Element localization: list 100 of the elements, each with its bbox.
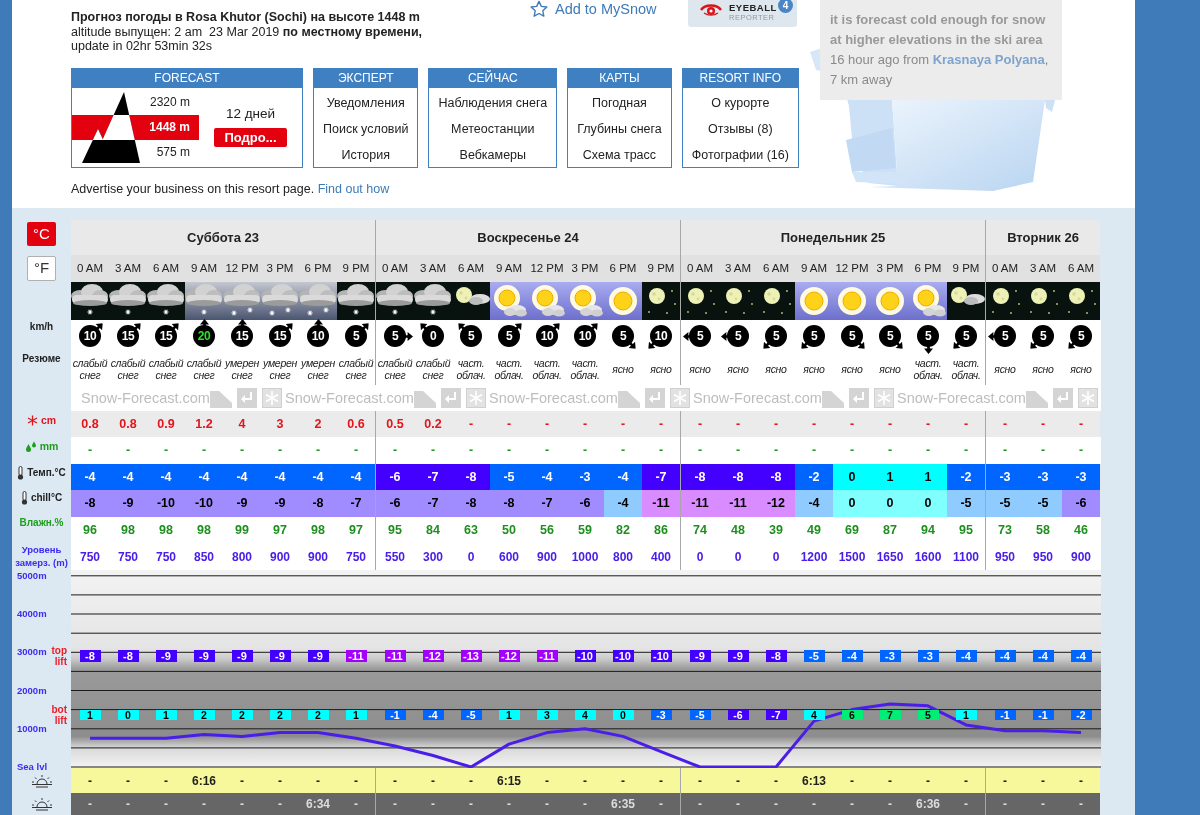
sunset-cell: - <box>71 793 109 815</box>
sunset-cell: - <box>681 793 719 815</box>
brand-logo-text: Snow-Forecast.com <box>693 389 822 407</box>
weather-summary: ясно <box>727 362 749 375</box>
menu-header[interactable]: СЕЙЧАС <box>429 68 557 88</box>
wind-speed: 5 <box>955 325 977 347</box>
lift-temperature: -13 <box>460 650 482 662</box>
sunset-cell: - <box>566 793 604 815</box>
sunrise-cell: 6:16 <box>185 768 223 793</box>
weather-summary: част. облач. <box>493 356 525 381</box>
row-label: Уровень замерз. (m) <box>14 543 69 569</box>
rain-amount: - <box>697 442 703 460</box>
row-label: Темп.°C <box>27 467 66 479</box>
elevation-option[interactable]: 1448 m <box>141 114 199 140</box>
snowflake-icon <box>669 388 690 408</box>
rain-amount: - <box>201 442 207 460</box>
menu-header[interactable]: FORECAST <box>72 68 302 88</box>
humidity-value: 39 <box>769 521 783 539</box>
wind-chill-cell: 0 <box>871 490 909 517</box>
menu-link[interactable]: Вебкамеры <box>459 146 527 163</box>
find-out-how-link[interactable]: Find out how <box>317 181 390 196</box>
menu-header[interactable]: RESORT INFO <box>682 68 798 88</box>
humidity-value: 84 <box>426 521 440 539</box>
lift-temperature: -3 <box>879 650 901 662</box>
wind-chill-cell: -11 <box>642 490 680 517</box>
menu-link[interactable]: Наблюдения снега <box>438 94 548 111</box>
rain-amount: - <box>468 442 474 460</box>
time-cell: 0 AM <box>986 255 1024 282</box>
menu-link[interactable]: Глубины снега <box>577 120 662 137</box>
arrow-icon <box>923 344 933 354</box>
brand-logo-text: Snow-Forecast.com <box>489 389 618 407</box>
lift-temperature: 2 <box>307 710 329 721</box>
humidity-value: 98 <box>197 521 211 539</box>
lift-temperature: -4 <box>994 650 1016 662</box>
lift-temperature: -9 <box>155 650 177 662</box>
menu-link[interactable]: Уведомления <box>326 94 405 111</box>
freezing-level-value: 600 <box>499 548 519 566</box>
moon-icon <box>1062 282 1100 320</box>
snowfall-cell: - <box>909 411 947 437</box>
menu-link[interactable]: Схема трасс <box>582 146 657 163</box>
arrow-icon <box>199 318 209 328</box>
rain-amount: - <box>925 442 931 460</box>
elevation-option[interactable]: 2320 m <box>141 94 199 110</box>
temperature-cell: -4 <box>71 464 109 490</box>
arrow-icon <box>313 318 323 328</box>
add-to-mysnow-link[interactable]: Add to MySnow <box>530 0 657 18</box>
row-label: Резюме <box>22 353 61 365</box>
humidity-value: 73 <box>998 521 1012 539</box>
menu-link[interactable]: Отзывы (8) <box>708 120 773 137</box>
menu-link[interactable]: История <box>341 146 390 163</box>
axis-label: 1000m <box>17 722 47 735</box>
lift-temperature: -4 <box>955 650 977 662</box>
wind-speed: 5 <box>803 325 825 347</box>
menu-link[interactable]: О курорте <box>711 94 770 111</box>
time-cell: 9 AM <box>795 255 833 282</box>
menu-header[interactable]: ЭКСПЕРТ <box>314 68 418 88</box>
lift-temperature: -6 <box>727 710 749 721</box>
snowflake-icon <box>873 388 894 408</box>
sunrise-cell: - <box>986 768 1024 793</box>
lift-temperature: 5 <box>917 710 939 721</box>
unit-button[interactable]: °F <box>27 256 56 281</box>
time-cell: 3 AM <box>1024 255 1062 282</box>
weather-summary: умерен снег <box>261 356 298 381</box>
lift-temperature: -12 <box>422 650 444 662</box>
axis-label: 3000m <box>17 646 47 659</box>
wind-chill-cell: -9 <box>261 490 299 517</box>
wind-speed: 10 <box>574 325 596 347</box>
unit-button[interactable]: °C <box>27 222 56 246</box>
menu-link[interactable]: Фотографии (16) <box>691 146 789 163</box>
elevation-option[interactable]: 575 m <box>141 144 199 160</box>
humidity-value: 96 <box>83 521 97 539</box>
weather-summary: част. облач. <box>950 356 982 381</box>
weather-summary: ясно <box>841 362 863 375</box>
sunrise-cell: - <box>528 768 566 793</box>
time-cell: 3 AM <box>719 255 757 282</box>
axis-label: 2000m <box>17 684 47 697</box>
lift-temperature: -9 <box>689 650 711 662</box>
forecast-days: 12 дней <box>225 105 276 122</box>
time-cell: 6 AM <box>452 255 490 282</box>
humidity-value: 74 <box>693 521 707 539</box>
menu-link[interactable]: Погодная <box>592 94 647 111</box>
freezing-level-value: 900 <box>537 548 557 566</box>
time-cell: 12 PM <box>833 255 871 282</box>
rain-amount: - <box>392 442 398 460</box>
menu-header[interactable]: КАРТЫ <box>568 68 671 88</box>
sunrise-cell: - <box>604 768 642 793</box>
thermometer-icon <box>20 491 28 505</box>
details-button[interactable]: Подро... <box>214 127 287 147</box>
thermometer-icon <box>17 466 25 480</box>
lift-temperature: -8 <box>117 650 139 662</box>
snowfall-cell: - <box>986 411 1024 437</box>
menu-link[interactable]: Метеостанции <box>451 120 535 137</box>
humidity-value: 49 <box>807 521 821 539</box>
wind-speed: 5 <box>994 325 1016 347</box>
sunset-cell: - <box>757 793 795 815</box>
wind-speed: 15 <box>117 325 139 347</box>
weather-summary: умерен снег <box>299 356 336 381</box>
menu-link[interactable]: Поиск условий <box>323 120 409 137</box>
temperature-cell: -7 <box>642 464 680 490</box>
wind-chill-cell: -6 <box>376 490 414 517</box>
